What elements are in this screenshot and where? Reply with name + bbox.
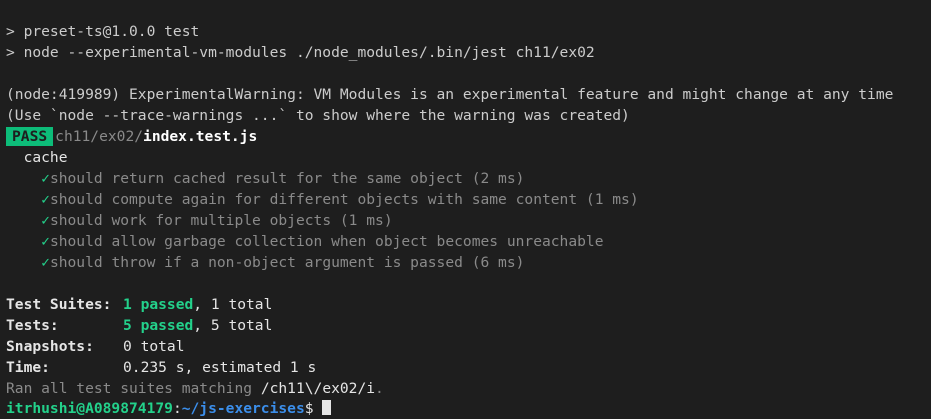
- summary-time-label: Time:: [6, 359, 50, 376]
- summary-snapshots-label: Snapshots:: [6, 338, 94, 355]
- summary-suites: Test Suites: 1 passed, 1 total: [6, 294, 931, 315]
- test-name: should allow garbage collection when obj…: [49, 233, 604, 250]
- summary-suites-passed: 1 passed: [123, 296, 194, 313]
- test-name: should compute again for different objec…: [49, 191, 639, 208]
- check-icon: ✓: [41, 191, 50, 208]
- summary-ran: Ran all test suites matching /ch11\/ex02…: [6, 378, 931, 399]
- summary-snapshots-value: 0 total: [123, 338, 185, 355]
- npm-command-line: > node --experimental-vm-modules ./node_…: [6, 44, 595, 61]
- summary-tests: Tests: 5 passed, 5 total: [6, 315, 931, 336]
- suite-path: ch11/ex02/: [55, 128, 144, 145]
- warning-line: (node:419989) ExperimentalWarning: VM Mo…: [6, 86, 894, 103]
- summary-tests-total: , 5 total: [193, 317, 273, 334]
- suite-result-line: PASS ch11/ex02/index.test.js: [6, 126, 931, 147]
- suite-file: index.test.js: [143, 128, 258, 145]
- summary-time-value: 0.235 s, estimated 1 s: [123, 359, 317, 376]
- summary-ran-suffix: .: [375, 380, 384, 397]
- summary-time: Time: 0.235 s, estimated 1 s: [6, 357, 931, 378]
- test-name: should throw if a non-object argument is…: [49, 254, 525, 271]
- shell-prompt[interactable]: itrhushi@A089874179:~/js-exercises$: [6, 398, 332, 419]
- terminal-output[interactable]: > preset-ts@1.0.0 test > node --experime…: [0, 0, 931, 407]
- prompt-symbol: $: [304, 400, 323, 417]
- describe-group: cache: [6, 147, 931, 168]
- test-item: ✓should return cached result for the sam…: [6, 168, 931, 189]
- summary-tests-passed: 5 passed: [123, 317, 194, 334]
- summary-ran-pattern: /ch11\/ex02/i: [260, 380, 376, 397]
- cursor-icon: [322, 400, 332, 415]
- test-item: ✓should allow garbage collection when ob…: [6, 231, 931, 252]
- prompt-user: itrhushi@A089874179: [6, 400, 173, 417]
- test-item: ✓should throw if a non-object argument i…: [6, 252, 931, 273]
- prompt-separator: :: [172, 400, 182, 417]
- check-icon: ✓: [41, 233, 50, 250]
- check-icon: ✓: [41, 170, 50, 187]
- npm-script-line: > preset-ts@1.0.0 test: [6, 23, 200, 40]
- summary-ran-prefix: Ran all test suites matching: [6, 380, 261, 397]
- summary-suites-label: Test Suites:: [6, 296, 112, 313]
- test-item: ✓should work for multiple objects (1 ms): [6, 210, 931, 231]
- prompt-path: ~/js-exercises: [181, 400, 305, 417]
- test-name: should work for multiple objects (1 ms): [49, 212, 393, 229]
- pass-badge: PASS: [6, 127, 54, 146]
- summary-snapshots: Snapshots: 0 total: [6, 336, 931, 357]
- summary-suites-total: , 1 total: [193, 296, 273, 313]
- test-name: should return cached result for the same…: [49, 170, 525, 187]
- warning-hint-line: (Use `node --trace-warnings ...` to show…: [6, 107, 630, 124]
- test-item: ✓should compute again for different obje…: [6, 189, 931, 210]
- check-icon: ✓: [41, 212, 50, 229]
- check-icon: ✓: [41, 254, 50, 271]
- describe-label: cache: [23, 149, 68, 166]
- summary-tests-label: Tests:: [6, 317, 59, 334]
